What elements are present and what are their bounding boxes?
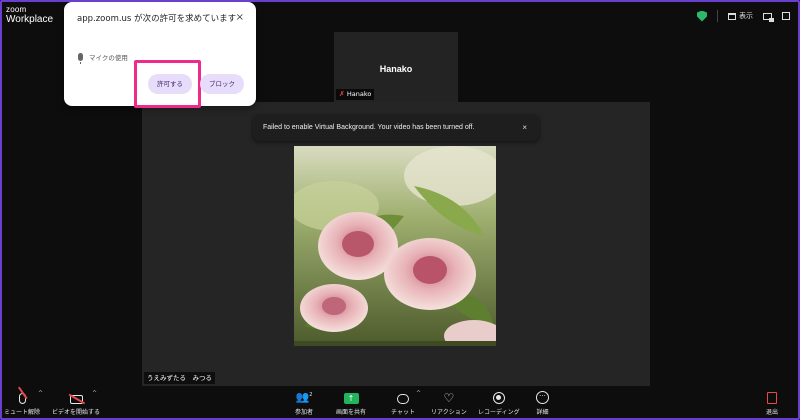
muted-mic-icon: ✗: [339, 90, 345, 98]
record-label: レコーディング: [478, 409, 520, 416]
zoom-logo: zoom Workplace: [6, 6, 53, 25]
reactions-label: リアクション: [431, 409, 467, 416]
participants-count: 2: [309, 392, 313, 399]
permission-prompt: app.zoom.us が次の許可を求めています × マイクの使用 許可する ブ…: [64, 2, 256, 108]
participants-label: 参加者: [295, 409, 314, 416]
reactions-button[interactable]: ♡ リアクション: [431, 390, 467, 416]
chat-button[interactable]: チャット: [391, 390, 415, 416]
header-controls: 表示: [697, 10, 790, 22]
permission-close-icon[interactable]: ×: [236, 12, 244, 23]
participants-icon: 👥2: [295, 391, 313, 404]
allow-button-highlight: [134, 60, 201, 108]
camera-off-icon: [69, 395, 83, 404]
video-options-chevron-icon[interactable]: ^: [92, 390, 97, 397]
permission-item: マイクの使用: [78, 52, 128, 64]
toast-message: Failed to enable Virtual Background. You…: [263, 124, 475, 131]
logo-line1: zoom: [6, 5, 27, 14]
audio-options-chevron-icon[interactable]: ^: [38, 390, 43, 397]
virtual-background-photo: [294, 146, 496, 346]
permission-title: app.zoom.us が次の許可を求めています: [77, 14, 237, 24]
participant-label: ✗ Hanako: [336, 89, 375, 100]
microphone-icon: [78, 53, 83, 64]
toast-close-icon[interactable]: ×: [522, 115, 527, 141]
leave-icon: [767, 392, 777, 404]
virtual-background-toast: Failed to enable Virtual Background. You…: [253, 115, 539, 141]
participant-label-text: Hanako: [346, 90, 372, 98]
security-shield-icon[interactable]: [697, 10, 707, 22]
main-video-label: うえみずたる みつる: [144, 372, 215, 384]
record-icon: [492, 392, 505, 404]
block-button[interactable]: ブロック: [200, 74, 244, 94]
share-screen-button[interactable]: ↑ 画面を共有: [336, 390, 366, 416]
start-video-label: ビデオを開始する: [52, 409, 101, 416]
participants-button[interactable]: 👥2 参加者: [295, 390, 313, 416]
meeting-toolbar: ミュート解除 ^ ビデオを開始する ^ 👥2 参加者 ↑ 画面を共有 チャット …: [0, 386, 800, 420]
fullscreen-icon[interactable]: [782, 12, 790, 20]
roses-image: [294, 146, 496, 346]
share-screen-label: 画面を共有: [336, 409, 367, 416]
reactions-heart-icon: ♡: [443, 391, 455, 405]
leave-button[interactable]: 退出: [766, 390, 778, 416]
pip-icon[interactable]: [763, 12, 774, 22]
unmute-button[interactable]: ミュート解除: [4, 390, 40, 416]
chat-label: チャット: [391, 409, 415, 416]
leave-label: 退出: [766, 409, 779, 416]
view-grid-icon: [728, 12, 736, 20]
participant-name: Hanako: [379, 64, 413, 74]
more-dots-icon: ···: [536, 391, 549, 404]
view-button[interactable]: 表示: [728, 11, 753, 21]
view-label: 表示: [739, 12, 753, 20]
logo-line2: Workplace: [6, 14, 54, 25]
header-divider: [717, 10, 718, 22]
more-button[interactable]: ··· 詳細: [536, 390, 549, 416]
participant-tile[interactable]: Hanako ✗ Hanako: [334, 32, 458, 102]
more-label: 詳細: [536, 409, 549, 416]
chat-icon: [396, 394, 409, 404]
unmute-label: ミュート解除: [4, 409, 41, 416]
share-screen-icon: ↑: [343, 393, 359, 404]
record-button[interactable]: レコーディング: [478, 390, 520, 416]
chat-options-chevron-icon[interactable]: ^: [416, 390, 421, 397]
permission-item-label: マイクの使用: [89, 54, 128, 62]
mic-muted-icon: [18, 393, 26, 404]
